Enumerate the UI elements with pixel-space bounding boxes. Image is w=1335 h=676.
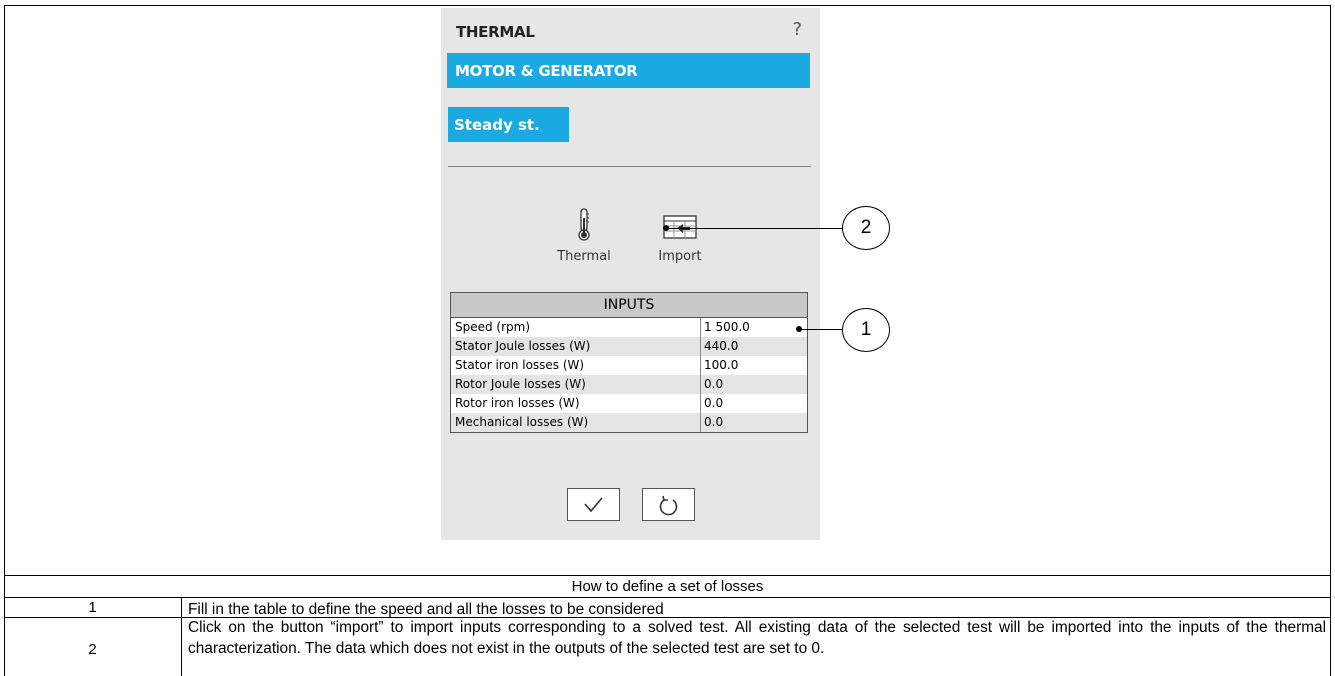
input-row-rotor-iron: Rotor iron losses (W) 0.0 — [451, 394, 807, 413]
thermal-tool-button[interactable]: Thermal — [549, 208, 619, 264]
callout-leader-line — [799, 329, 842, 330]
reset-button[interactable] — [642, 488, 695, 521]
input-row-stator-joule: Stator Joule losses (W) 440.0 — [451, 337, 807, 356]
table-column-divider — [181, 597, 182, 676]
motor-generator-section[interactable]: MOTOR & GENERATOR — [447, 53, 810, 88]
callout-1: 1 — [842, 308, 890, 352]
table-divider — [4, 575, 1331, 576]
input-row-speed: Speed (rpm) 1 500.0 — [451, 318, 807, 337]
input-label: Stator iron losses (W) — [451, 356, 701, 375]
input-row-stator-iron: Stator iron losses (W) 100.0 — [451, 356, 807, 375]
help-icon[interactable]: ? — [792, 19, 802, 40]
input-label: Stator Joule losses (W) — [451, 337, 701, 356]
row-number: 2 — [88, 641, 97, 658]
input-label: Speed (rpm) — [451, 318, 701, 337]
panel-header: THERMAL ? — [448, 18, 814, 46]
panel-title: THERMAL — [456, 23, 535, 41]
table-divider — [4, 597, 1331, 598]
callout-2: 2 — [842, 206, 890, 250]
inputs-table: INPUTS Speed (rpm) 1 500.0 Stator Joule … — [450, 292, 808, 433]
rotor-iron-input[interactable]: 0.0 — [701, 394, 807, 413]
reset-icon — [659, 495, 678, 516]
thermal-tool-label: Thermal — [557, 249, 611, 264]
steady-state-button[interactable]: Steady st. — [448, 107, 569, 142]
input-row-rotor-joule: Rotor Joule losses (W) 0.0 — [451, 375, 807, 394]
import-tool-button[interactable]: Import — [649, 214, 711, 264]
check-icon — [584, 497, 603, 513]
import-tool-label: Import — [658, 249, 702, 264]
input-label: Mechanical losses (W) — [451, 413, 701, 432]
mechanical-input[interactable]: 0.0 — [701, 413, 807, 432]
input-label: Rotor Joule losses (W) — [451, 375, 701, 394]
row-description: Click on the button “import” to import i… — [188, 619, 1326, 657]
thermometer-icon — [578, 208, 590, 241]
divider — [448, 166, 811, 167]
speed-input[interactable]: 1 500.0 — [701, 318, 807, 337]
stator-joule-input[interactable]: 440.0 — [701, 337, 807, 356]
rotor-joule-input[interactable]: 0.0 — [701, 375, 807, 394]
row-number: 1 — [88, 599, 97, 616]
callout-leader-line — [666, 228, 842, 229]
input-row-mechanical: Mechanical losses (W) 0.0 — [451, 413, 807, 432]
stator-iron-input[interactable]: 100.0 — [701, 356, 807, 375]
inputs-header: INPUTS — [451, 293, 807, 318]
apply-button[interactable] — [567, 488, 620, 521]
input-label: Rotor iron losses (W) — [451, 394, 701, 413]
table-caption: How to define a set of losses — [571, 578, 764, 595]
